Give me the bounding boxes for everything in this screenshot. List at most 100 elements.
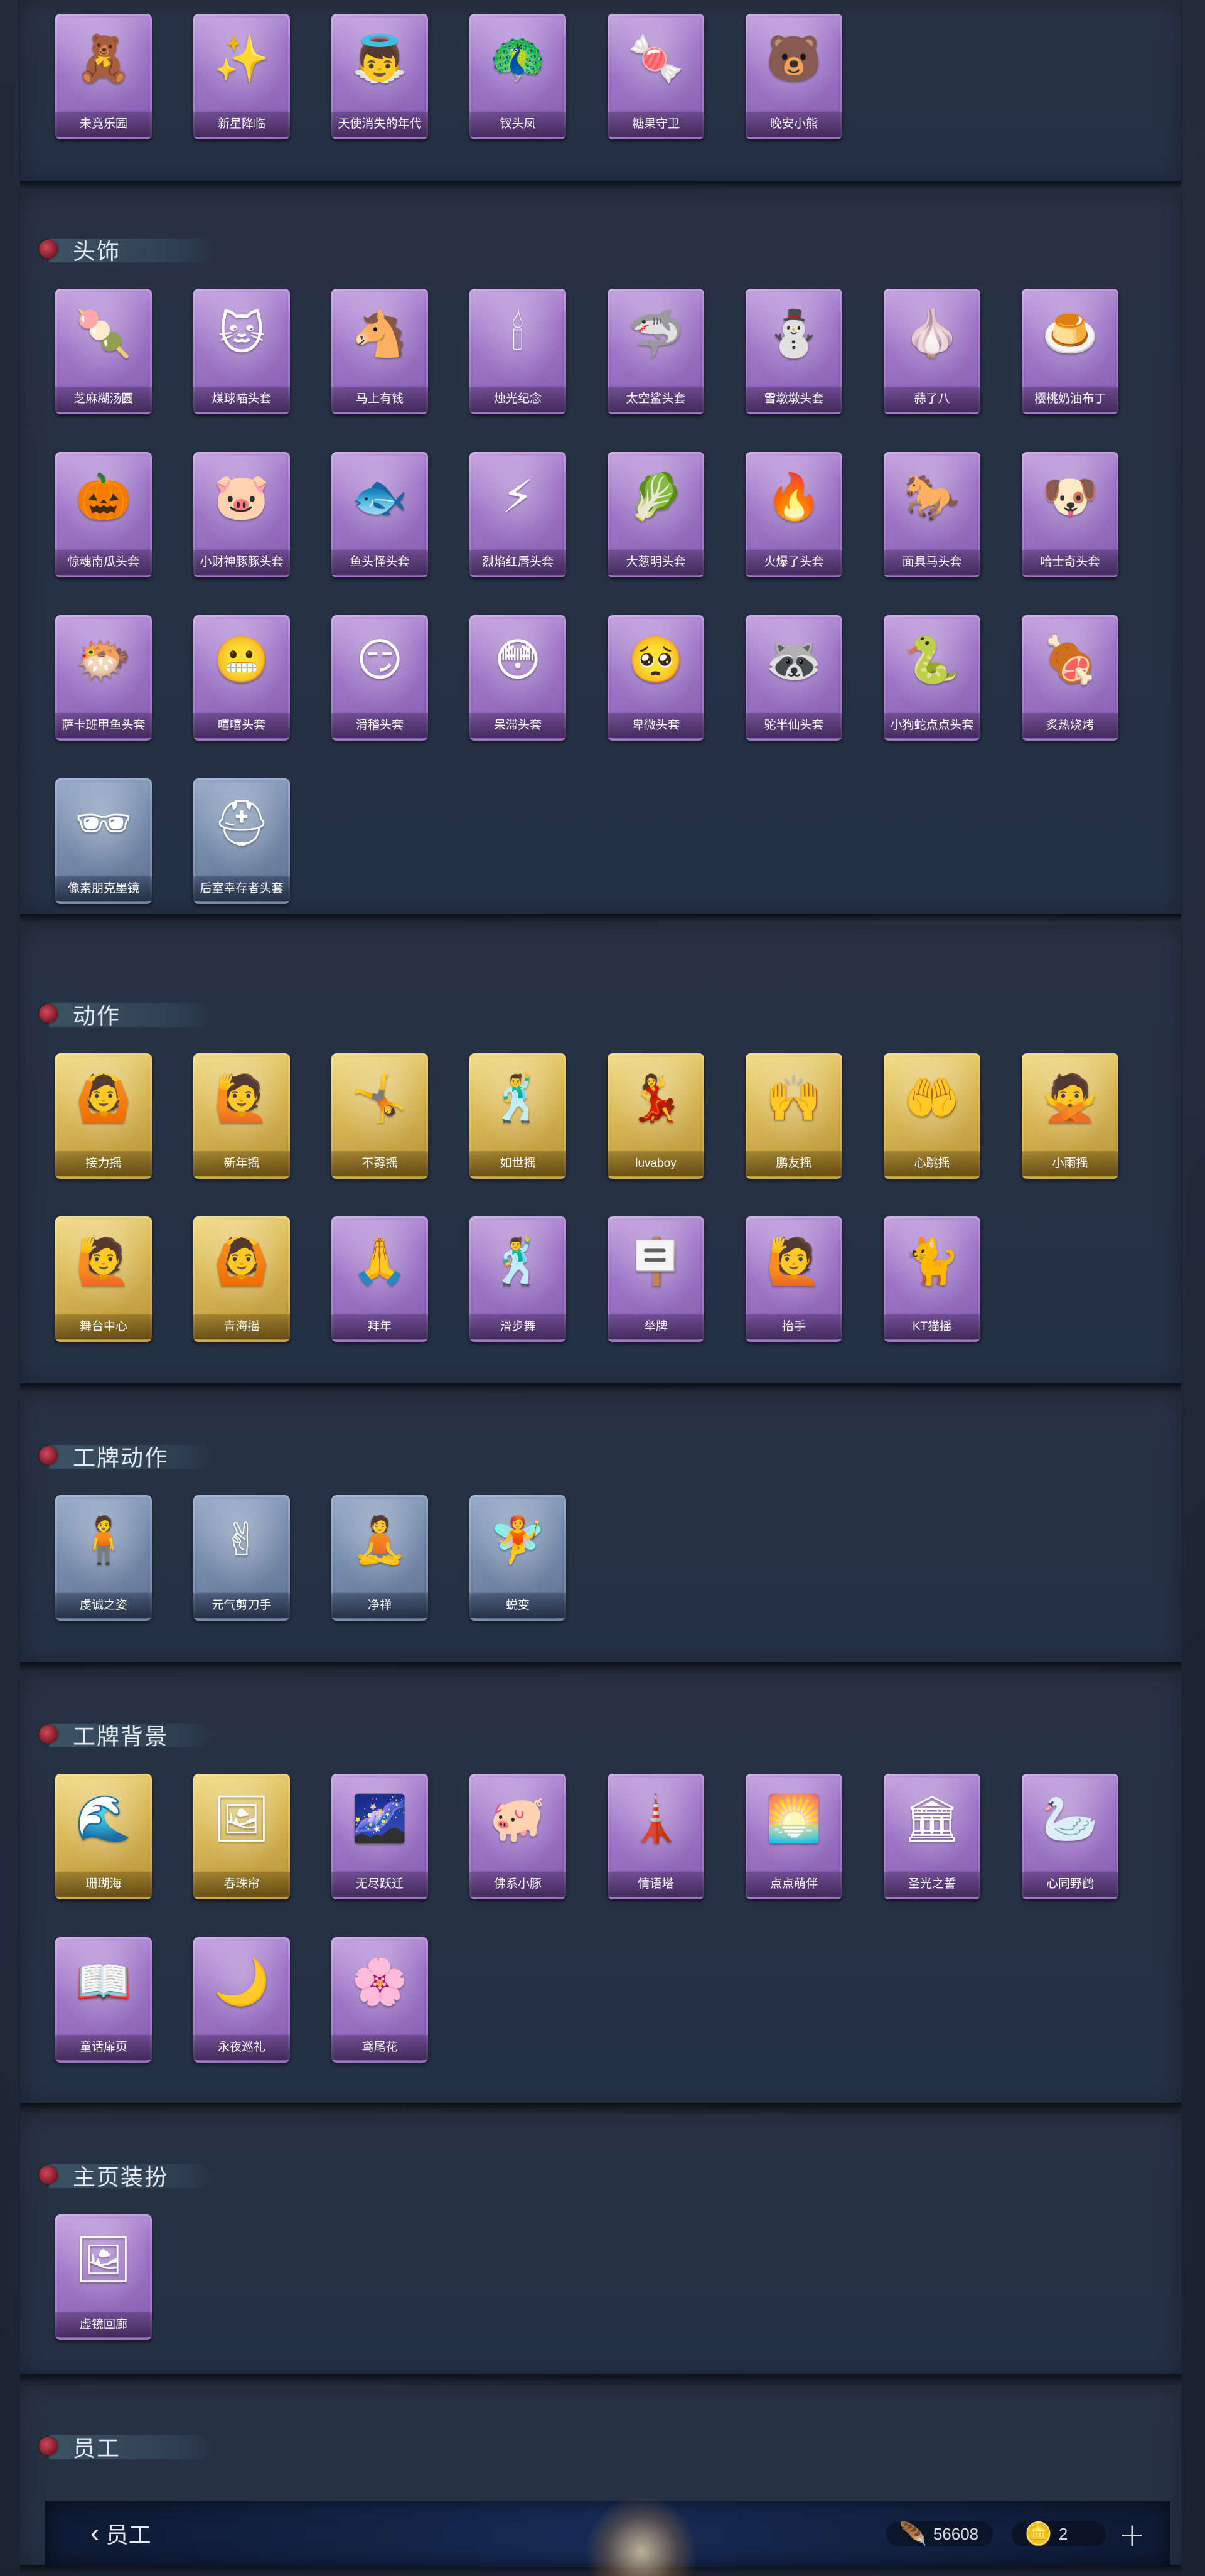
item-card[interactable]: 🙋 抬手 — [746, 1216, 842, 1344]
card-frame: 🧸 未竟乐园 — [55, 14, 152, 139]
item-card[interactable]: 🦝 驼半仙头套 — [746, 615, 842, 743]
item-card[interactable]: 🧍 虔诚之姿 — [55, 1495, 152, 1623]
item-card[interactable]: 👼 天使消失的年代 — [331, 14, 428, 142]
card-frame: 🔥 火爆了头套 — [746, 452, 842, 577]
card-frame: 🌙 永夜巡礼 — [193, 1937, 290, 2063]
item-label: 青海摇 — [193, 1314, 290, 1339]
back-button[interactable]: ‹ 员工 — [90, 2516, 151, 2551]
item-card[interactable]: 🐴 马上有钱 — [331, 289, 428, 417]
item-card[interactable]: 🐷 小财神豚豚头套 — [193, 452, 290, 580]
item-label: 鹏友摇 — [746, 1151, 842, 1176]
item-card[interactable]: 🍖 炙热烧烤 — [1022, 615, 1118, 743]
item-card[interactable]: 🙋 新年摇 — [193, 1053, 290, 1181]
card-frame: 🙋 舞台中心 — [55, 1216, 152, 1342]
item-label: 大葱明头套 — [608, 550, 704, 575]
item-card[interactable]: ⛄ 雪墩墩头套 — [746, 289, 842, 417]
item-card[interactable]: 🙆 接力摇 — [55, 1053, 152, 1181]
silhouette-icon: ✌ — [222, 1515, 261, 1565]
item-card[interactable]: 🤲 心跳摇 — [884, 1053, 980, 1181]
item-card[interactable]: 📖 童话扉页 — [55, 1937, 152, 2065]
item-card[interactable]: 🐖 佛系小豚 — [469, 1774, 566, 1902]
item-card[interactable]: 🌙 永夜巡礼 — [193, 1937, 290, 2065]
item-label: 无尽跃迁 — [331, 1872, 428, 1897]
item-card[interactable]: 🍡 芝麻糊汤圆 — [55, 289, 152, 417]
item-label: 鱼头怪头套 — [331, 550, 428, 575]
item-card[interactable]: 🍬 糖果守卫 — [608, 14, 704, 142]
item-label: 天使消失的年代 — [331, 112, 428, 137]
item-card[interactable]: 🙋 舞台中心 — [55, 1216, 152, 1344]
item-label: 小雨摇 — [1022, 1151, 1118, 1176]
item-card[interactable]: 🐟 鱼头怪头套 — [331, 452, 428, 580]
item-card[interactable]: 🕺 滑步舞 — [469, 1216, 566, 1344]
currency-feather: 🪶 56608 — [899, 2520, 978, 2548]
item-card[interactable]: 🧚 蜕变 — [469, 1495, 566, 1623]
item-card[interactable]: ⛑ 后室幸存者头套 — [193, 778, 290, 906]
item-card[interactable]: 🔥 火爆了头套 — [746, 452, 842, 580]
item-card[interactable]: 🐍 小狗蛇点点头套 — [884, 615, 980, 743]
frame-icon: 🦢 — [1042, 1794, 1098, 1844]
item-card[interactable]: 🙏 拜年 — [331, 1216, 428, 1344]
item-card[interactable]: 🌌 无尽跃迁 — [331, 1774, 428, 1902]
frame-icon: 🖼 — [213, 1794, 270, 1844]
phoenix-icon: 🦚 — [490, 34, 546, 84]
item-card[interactable]: 🕯 烛光纪念 — [469, 289, 566, 417]
item-card[interactable]: ✨ 新星降临 — [193, 14, 290, 142]
card-frame: 🧄 蒜了八 — [884, 289, 980, 414]
pig-icon: 🐷 — [213, 472, 270, 522]
item-label: 点点萌伴 — [746, 1872, 842, 1897]
item-card[interactable]: 🥬 大葱明头套 — [608, 452, 704, 580]
item-card[interactable]: 🌅 点点萌伴 — [746, 1774, 842, 1902]
item-card[interactable]: ⚡ 烈焰红唇头套 — [469, 452, 566, 580]
item-card[interactable]: 🪧 举牌 — [608, 1216, 704, 1344]
card-frame: 🌸 鸢尾花 — [331, 1937, 428, 2063]
item-card[interactable]: 🙅 小雨摇 — [1022, 1053, 1118, 1181]
card-frame: 🍬 糖果守卫 — [608, 14, 704, 139]
item-card[interactable]: 🤸 不孬摇 — [331, 1053, 428, 1181]
item-card[interactable]: 😏 滑稽头套 — [331, 615, 428, 743]
item-card[interactable]: 🎃 惊魂南瓜头套 — [55, 452, 152, 580]
card-frame: 🙏 拜年 — [331, 1216, 428, 1342]
item-card[interactable]: 🧄 蒜了八 — [884, 289, 980, 417]
item-card[interactable]: 🕺 如世摇 — [469, 1053, 566, 1181]
item-card[interactable]: 🕶 像素朋克墨镜 — [55, 778, 152, 906]
item-card[interactable]: 🧘 净禅 — [331, 1495, 428, 1623]
item-card[interactable]: 🗼 情语塔 — [608, 1774, 704, 1902]
husky-icon: 🐶 — [1042, 472, 1098, 522]
item-card[interactable]: 🐱 煤球喵头套 — [193, 289, 290, 417]
item-card[interactable]: 🐈 KT猫摇 — [884, 1216, 980, 1344]
frame-icon: 🌙 — [213, 1957, 270, 2007]
item-card[interactable]: 🙆 青海摇 — [193, 1216, 290, 1344]
fish-icon: 🐟 — [351, 472, 408, 522]
item-label: 虚镜回廊 — [55, 2312, 152, 2337]
card-frame: 🦢 心同野鹤 — [1022, 1774, 1118, 1899]
item-card[interactable]: ✌ 元气剪刀手 — [193, 1495, 290, 1623]
card-frame: 🦝 驼半仙头套 — [746, 615, 842, 741]
item-card[interactable]: 🌸 鸢尾花 — [331, 1937, 428, 2065]
card-frame: 🦚 钗头凤 — [469, 14, 566, 139]
item-card[interactable]: 🦈 太空鲨头套 — [608, 289, 704, 417]
item-card[interactable]: 🙌 鹏友摇 — [746, 1053, 842, 1181]
item-card[interactable]: 🏛 圣光之誓 — [884, 1774, 980, 1902]
add-currency-button[interactable]: ＋ — [1118, 2520, 1146, 2552]
item-card[interactable]: 🧸 未竟乐园 — [55, 14, 152, 142]
pose-icon: 🙋 — [213, 1073, 270, 1124]
pin-icon — [39, 1446, 58, 1465]
item-card[interactable]: 🐡 萨卡班甲鱼头套 — [55, 615, 152, 743]
item-label: 蜕变 — [469, 1593, 566, 1618]
item-card[interactable]: 💃 luvaboy — [608, 1053, 704, 1181]
pose-icon: 🙆 — [75, 1073, 132, 1124]
item-label: 新星降临 — [193, 112, 290, 137]
item-card[interactable]: 🦚 钗头凤 — [469, 14, 566, 142]
item-card[interactable]: 🍮 樱桃奶油布丁 — [1022, 289, 1118, 417]
dumpling-icon: 🍡 — [75, 309, 132, 359]
item-card[interactable]: 🖼 春珠帘 — [193, 1774, 290, 1902]
item-card[interactable]: 😳 呆滞头套 — [469, 615, 566, 743]
item-card[interactable]: 🥺 卑微头套 — [608, 615, 704, 743]
item-card[interactable]: 🐎 面具马头套 — [884, 452, 980, 580]
item-card[interactable]: 🦢 心同野鹤 — [1022, 1774, 1118, 1902]
item-card[interactable]: 🖼 虚镜回廊 — [55, 2214, 152, 2343]
item-card[interactable]: 🐶 哈士奇头套 — [1022, 452, 1118, 580]
item-card[interactable]: 🐻 晚安小熊 — [746, 14, 842, 142]
item-card[interactable]: 🌊 珊瑚海 — [55, 1774, 152, 1902]
item-card[interactable]: 😬 嘻嘻头套 — [193, 615, 290, 743]
